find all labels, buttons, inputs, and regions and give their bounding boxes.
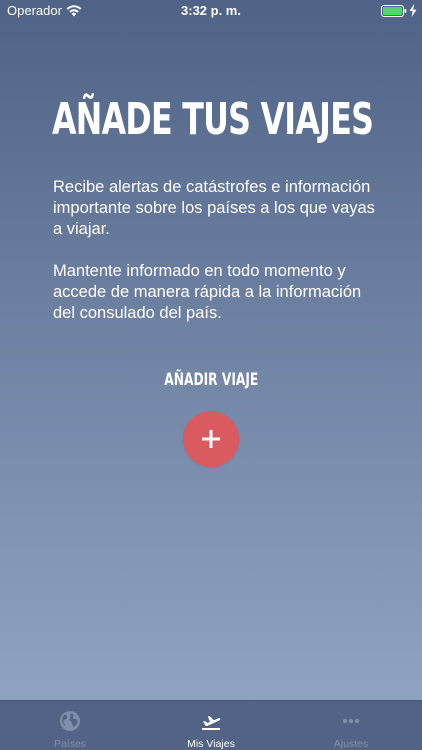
battery-icon xyxy=(381,5,407,17)
tab-ajustes-label: Ajustes xyxy=(333,738,369,750)
status-time: 3:32 p. m. xyxy=(181,3,241,18)
airplane-icon xyxy=(202,716,221,730)
ellipsis-icon xyxy=(342,718,360,724)
tab-paises[interactable]: Países xyxy=(0,701,140,750)
tab-paises-label: Países xyxy=(53,738,87,750)
page-title: AÑADE TUS VIAJES xyxy=(52,94,374,145)
add-trip-button[interactable] xyxy=(183,411,239,467)
tab-bar: Países Mis Viajes Ajustes xyxy=(0,700,422,750)
plus-icon xyxy=(202,430,220,448)
add-trip-label-text: AÑADIR VIAJE xyxy=(163,370,259,390)
tab-mis-viajes[interactable]: Mis Viajes xyxy=(141,701,281,750)
intro-paragraph: Recibe alertas de catástrofes e informac… xyxy=(53,178,375,238)
globe-icon xyxy=(60,711,80,731)
status-bar: Operador 3:32 p. m. xyxy=(0,0,422,22)
tab-ajustes[interactable]: Ajustes xyxy=(281,701,421,750)
info-paragraph: Mantente informado en todo momento y acc… xyxy=(53,262,362,322)
app-screen: Operador 3:32 p. m. AÑADE TUS VIAJES Rec… xyxy=(0,0,422,750)
add-trip-label: AÑADIR VIAJE xyxy=(0,370,422,390)
tab-mis-viajes-label: Mis Viajes xyxy=(187,738,235,750)
charging-bolt-icon xyxy=(409,4,417,17)
